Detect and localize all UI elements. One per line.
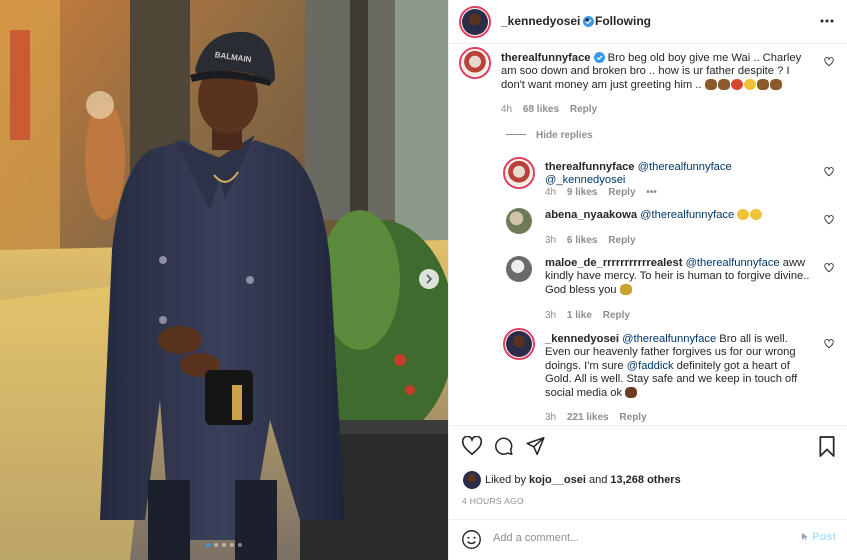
reply-text: therealfunnyface @therealfunnyface @_ken… (545, 161, 815, 188)
reply-time: 3h (545, 235, 557, 246)
post-details-panel: _kennedyosei • Following therealfunnyfac… (448, 0, 847, 560)
reply-button[interactable]: Reply (570, 104, 597, 115)
add-comment-bar: Post (449, 519, 847, 560)
reply-button[interactable]: Reply (608, 187, 635, 198)
like-comment-heart-icon[interactable] (824, 339, 834, 349)
author-username: _kennedyosei (501, 14, 581, 28)
reply-username[interactable]: therealfunnyface (545, 161, 635, 173)
carousel-dot (222, 543, 226, 547)
reply-likes-count[interactable]: 9 likes (567, 187, 598, 198)
carousel-next-button[interactable] (419, 269, 439, 289)
comments-list: therealfunnyface Bro beg old boy give me… (449, 45, 847, 425)
post-timestamp[interactable]: 4 HOURS AGO (462, 496, 524, 506)
mention-link[interactable]: @therealfunnyface (622, 333, 716, 345)
reply-avatar[interactable] (506, 256, 532, 282)
post-label: Post (812, 531, 836, 543)
reply-text: maloe_de_rrrrrrrrrrrealest @therealfunny… (545, 257, 815, 297)
mention-link[interactable]: @therealfunnyface (640, 209, 734, 221)
author-avatar[interactable] (459, 6, 491, 38)
like-comment-heart-icon[interactable] (824, 215, 834, 225)
reply-username[interactable]: maloe_de_rrrrrrrrrrrealest (545, 257, 682, 269)
save-bookmark-icon[interactable] (818, 436, 836, 457)
comment-username[interactable]: therealfunnyface (501, 52, 591, 64)
emoji-hand-icon (704, 78, 717, 90)
comment-bubble-icon[interactable] (493, 436, 514, 456)
emoji-sad-icon (750, 209, 763, 220)
likes-others-count[interactable]: 13,268 others (610, 474, 680, 486)
comment-text: therealfunnyface Bro beg old boy give me… (501, 52, 811, 92)
comment-likes-count[interactable]: 68 likes (523, 104, 559, 115)
carousel-indicator (206, 543, 242, 547)
reply-username[interactable]: _kennedyosei (545, 333, 619, 345)
carousel-dot (230, 543, 234, 547)
post-photo[interactable]: BALMAIN (0, 0, 448, 560)
likes-prefix: Liked by (485, 474, 526, 486)
emoji-hand-icon (717, 78, 730, 90)
comment-time: 4h (501, 104, 513, 115)
like-heart-icon[interactable] (461, 436, 483, 456)
verified-badge-icon (593, 52, 605, 63)
emoji-angry-icon (730, 78, 743, 90)
emoji-smiley-icon[interactable] (461, 529, 482, 550)
like-comment-heart-icon[interactable] (824, 57, 834, 67)
reply-time: 3h (545, 412, 557, 423)
reply-button[interactable]: Reply (608, 235, 635, 246)
emoji-sad-icon (737, 209, 750, 220)
reply-meta: 4h 9 likes Reply ••• (545, 187, 665, 198)
comment-input[interactable] (493, 527, 783, 549)
reply-text: abena_nyaakowa @therealfunnyface (545, 209, 815, 222)
more-options-icon[interactable]: ••• (646, 187, 657, 198)
share-paper-plane-icon[interactable] (525, 436, 546, 456)
mention-link[interactable]: @therealfunnyface (638, 161, 732, 173)
reply-likes-count[interactable]: 221 likes (567, 412, 609, 423)
reply-avatar[interactable] (503, 157, 535, 189)
reply-meta: 3h 221 likes Reply (545, 412, 655, 423)
reply-meta: 3h 1 like Reply (545, 310, 638, 321)
likes-and: and (588, 474, 608, 486)
commenter-avatar[interactable] (459, 47, 491, 79)
emoji-hand-icon (756, 78, 769, 90)
reply-likes-count[interactable]: 1 like (567, 310, 592, 321)
like-comment-heart-icon[interactable] (824, 167, 834, 177)
emoji-crying-icon (743, 78, 756, 90)
reply-button[interactable]: Reply (619, 412, 646, 423)
reply-likes-count[interactable]: 6 likes (567, 235, 598, 246)
chevron-right-icon (426, 274, 433, 284)
reply-avatar[interactable] (506, 208, 532, 234)
comment-meta: 4h 68 likes Reply (501, 104, 605, 115)
following-button[interactable]: Following (595, 14, 651, 28)
hide-replies-button[interactable]: Hide replies (506, 130, 593, 141)
liker-avatar[interactable] (463, 471, 481, 489)
reply-button[interactable]: Reply (603, 310, 630, 321)
mention-link[interactable]: @faddick (627, 360, 674, 372)
reply-avatar[interactable] (503, 328, 535, 360)
reply-meta: 3h 6 likes Reply (545, 235, 644, 246)
post-actions: Liked by kojo__osei and 13,268 others 4 … (449, 425, 847, 549)
carousel-dot (214, 543, 218, 547)
mention-link[interactable]: @_kennedyosei (545, 174, 625, 186)
emoji-hand-icon (625, 386, 638, 398)
reply-text: _kennedyosei @therealfunnyface Bro all i… (545, 333, 815, 400)
carousel-dot (206, 543, 210, 547)
like-comment-heart-icon[interactable] (824, 263, 834, 273)
photo-image: BALMAIN (0, 0, 448, 560)
hide-replies-divider (506, 134, 526, 135)
post-comment-button[interactable]: Post (801, 531, 836, 543)
hide-replies-label: Hide replies (536, 130, 593, 141)
liker-username[interactable]: kojo__osei (529, 474, 586, 486)
emoji-pray-icon (619, 283, 632, 295)
post-cursor-icon (802, 532, 809, 541)
likes-summary: Liked by kojo__osei and 13,268 others (485, 474, 681, 486)
reply-username[interactable]: abena_nyaakowa (545, 209, 637, 221)
carousel-dot (238, 543, 242, 547)
post-header: _kennedyosei • Following (449, 0, 847, 44)
more-options-icon[interactable] (820, 12, 834, 30)
reply-time: 3h (545, 310, 557, 321)
reply-time: 4h (545, 187, 557, 198)
emoji-hand-icon (769, 78, 782, 90)
header-separator: • (585, 13, 590, 27)
author-username-link[interactable]: _kennedyosei (501, 14, 595, 28)
mention-link[interactable]: @therealfunnyface (686, 257, 780, 269)
